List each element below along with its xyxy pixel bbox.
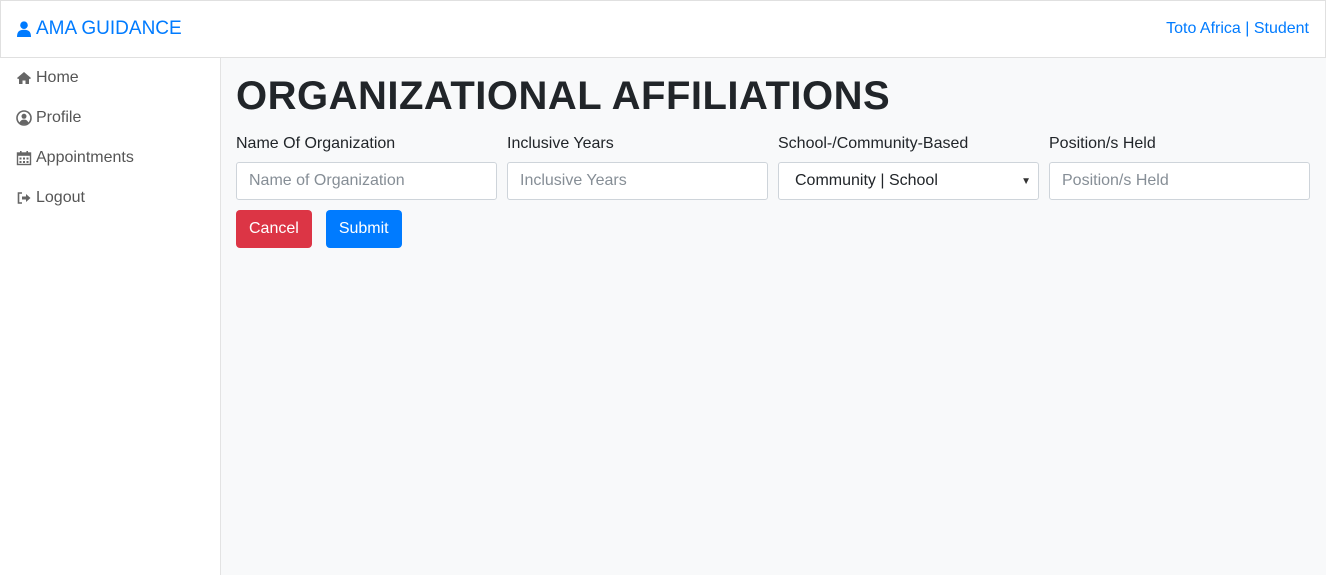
- sidebar-item-appointments[interactable]: Appointments: [0, 138, 220, 178]
- submit-button[interactable]: Submit: [325, 210, 402, 248]
- calendar-icon: [16, 151, 32, 166]
- type-select-value: Community | School: [795, 172, 938, 189]
- caret-down-icon: ▼: [1021, 175, 1031, 187]
- top-navbar: AMA GUIDANCE Toto Africa | Student: [0, 0, 1326, 58]
- sidebar-item-label: Appointments: [36, 149, 134, 166]
- type-group: School-/Community-Based Community | Scho…: [778, 134, 1039, 200]
- sidebar-item-label: Profile: [36, 109, 82, 126]
- sign-out-icon: [17, 192, 31, 204]
- years-group: Inclusive Years: [507, 134, 768, 200]
- page-title: ORGANIZATIONAL AFFILIATIONS: [236, 74, 891, 118]
- affiliation-form: Name Of Organization Inclusive Years Sch…: [236, 134, 1311, 200]
- years-input[interactable]: [507, 162, 768, 200]
- sidebar-item-logout[interactable]: Logout: [0, 178, 220, 218]
- main-content: ORGANIZATIONAL AFFILIATIONS Name Of Orga…: [221, 58, 1326, 575]
- sidebar-item-label: Home: [36, 69, 79, 86]
- years-label: Inclusive Years: [507, 135, 614, 152]
- user-icon: [17, 21, 31, 37]
- sidebar-item-home[interactable]: Home: [0, 58, 220, 98]
- type-label: School-/Community-Based: [778, 135, 969, 152]
- user-account-link[interactable]: Toto Africa | Student: [1166, 20, 1309, 38]
- type-select[interactable]: Community | School ▼: [778, 162, 1039, 200]
- user-circle-icon: [16, 110, 32, 126]
- sidebar-item-label: Logout: [36, 189, 85, 206]
- sidebar: Home Profile Appointments Logout: [0, 58, 221, 575]
- brand-link[interactable]: AMA GUIDANCE: [17, 18, 182, 40]
- organization-input[interactable]: [236, 162, 497, 200]
- position-input[interactable]: [1049, 162, 1310, 200]
- position-label: Position/s Held: [1049, 135, 1156, 152]
- sidebar-item-profile[interactable]: Profile: [0, 98, 220, 138]
- brand-text: AMA GUIDANCE: [36, 18, 182, 39]
- organization-group: Name Of Organization: [236, 134, 497, 200]
- position-group: Position/s Held: [1049, 134, 1310, 200]
- home-icon: [17, 72, 31, 84]
- form-actions: Cancel Submit: [236, 210, 1311, 248]
- organization-label: Name Of Organization: [236, 135, 396, 152]
- cancel-button[interactable]: Cancel: [236, 210, 312, 248]
